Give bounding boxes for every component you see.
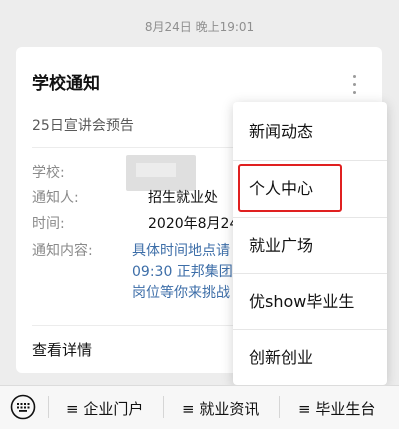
keyboard-icon[interactable] (10, 394, 36, 420)
menu-enterprise-portal[interactable]: ≡ 企业门户 (66, 398, 143, 419)
view-details-link[interactable]: 查看详情 (32, 339, 92, 360)
timestamp: 8月24日 晚上19:01 (144, 20, 255, 34)
bar-separator (279, 396, 280, 418)
card-title: 学校通知 (32, 74, 100, 94)
highlight-box (238, 164, 342, 212)
content-line: 09:30 正邦集团 (132, 264, 233, 280)
bar-separator (48, 396, 49, 418)
menu-item-innovation[interactable]: 创新创业 (233, 330, 387, 386)
menu-employment-news[interactable]: ≡ 就业资讯 (182, 398, 259, 419)
bottom-menu-bar: ≡ 企业门户 ≡ 就业资讯 ≡ 毕业生台 (0, 385, 399, 429)
field-value: 招生就业处 (148, 190, 218, 206)
menu-item-employment-square[interactable]: 就业广场 (233, 218, 387, 274)
redacted-school-value (126, 155, 196, 191)
menu-item-youshow-graduates[interactable]: 优show毕业生 (233, 274, 387, 330)
popup-menu: 新闻动态 个人中心 就业广场 优show毕业生 创新创业 (233, 102, 387, 385)
field-label: 通知内容: (32, 243, 93, 259)
field-label: 学校: (32, 165, 65, 181)
field-label: 时间: (32, 216, 65, 232)
content-line: 岗位等你来挑战 (132, 285, 230, 301)
bar-separator (163, 396, 164, 418)
card-subtitle: 25日宣讲会预告 (32, 118, 134, 134)
menu-graduate-platform[interactable]: ≡ 毕业生台 (298, 398, 375, 419)
field-label: 通知人: (32, 190, 79, 206)
content-line: 具体时间地点请 (132, 243, 230, 259)
menu-item-news[interactable]: 新闻动态 (233, 104, 387, 160)
more-vertical-icon[interactable] (352, 75, 356, 99)
